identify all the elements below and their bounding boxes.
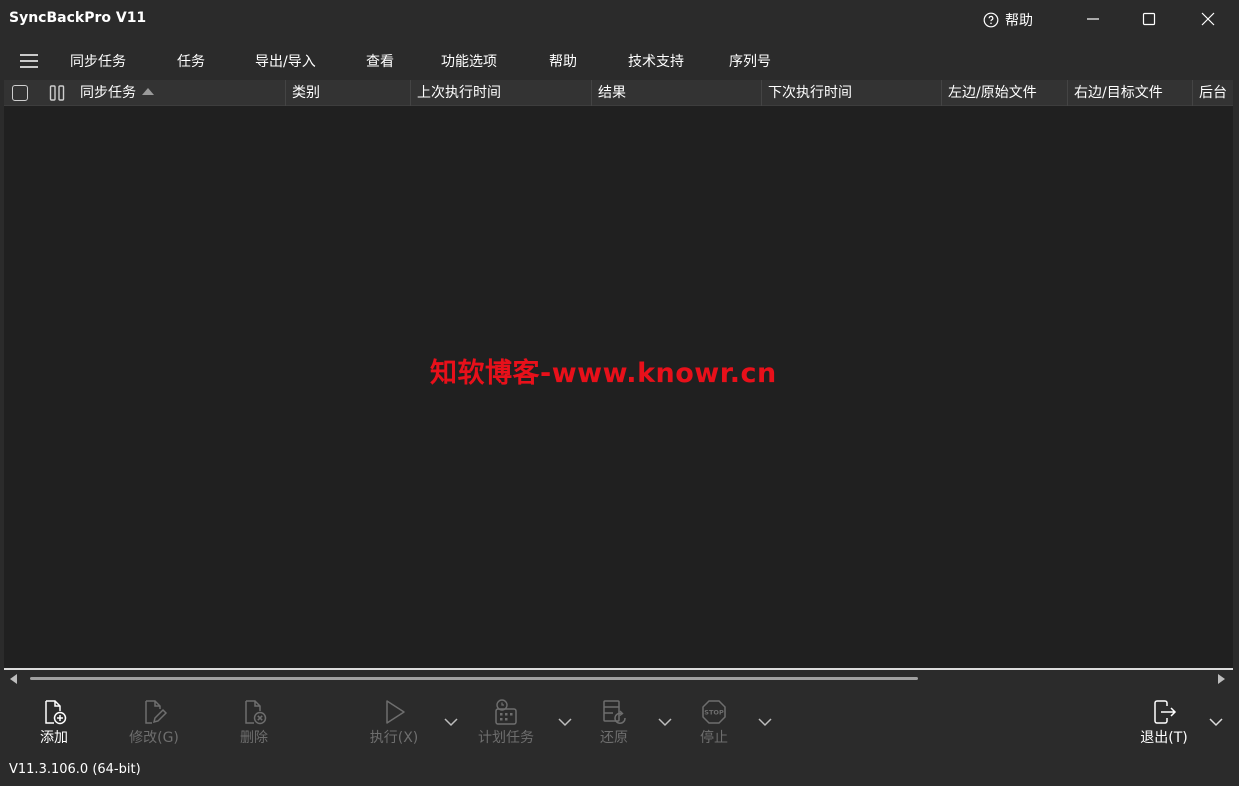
- status-bar: V11.3.106.0 (64-bit): [0, 758, 1239, 786]
- bottom-toolbar: 添加 修改(G) 删除 执行(X) 计划任务 还原 STOP 停止 退出(T): [0, 688, 1239, 758]
- exit-button[interactable]: 退出(T): [1124, 698, 1204, 747]
- close-icon: [1201, 12, 1215, 26]
- help-circle-icon: [983, 12, 999, 28]
- modify-label: 修改(G): [129, 730, 179, 746]
- menu-options[interactable]: 功能选项: [441, 51, 497, 71]
- schedule-label: 计划任务: [478, 730, 534, 746]
- menu-tech-support[interactable]: 技术支持: [628, 51, 684, 71]
- stop-label: 停止: [700, 730, 728, 746]
- menu-export-import[interactable]: 导出/导入: [255, 51, 316, 71]
- schedule-calendar-icon: [495, 699, 517, 725]
- restore-button[interactable]: 还原: [574, 698, 654, 747]
- column-label: 同步任务: [80, 85, 136, 101]
- exit-label: 退出(T): [1140, 730, 1188, 746]
- sort-ascending-icon: [142, 88, 154, 95]
- run-button[interactable]: 执行(X): [354, 698, 434, 747]
- scroll-left-arrow-icon[interactable]: [10, 674, 17, 684]
- column-category[interactable]: 类别: [286, 80, 411, 106]
- edit-document-icon: [145, 700, 168, 724]
- version-text: V11.3.106.0 (64-bit): [9, 762, 141, 777]
- hamburger-icon: [20, 54, 38, 68]
- app-title: SyncBackPro V11: [9, 10, 147, 26]
- menu-serial[interactable]: 序列号: [729, 51, 771, 71]
- delete-document-icon: [245, 700, 267, 725]
- scroll-right-arrow-icon[interactable]: [1218, 674, 1225, 684]
- stop-sign-icon: STOP: [702, 700, 726, 724]
- restore-dropdown-chevron-icon[interactable]: [657, 716, 673, 728]
- add-document-icon: [45, 700, 67, 725]
- hamburger-menu-button[interactable]: [14, 50, 44, 72]
- column-right-destination[interactable]: 右边/目标文件: [1068, 80, 1193, 106]
- menu-task[interactable]: 任务: [177, 51, 205, 71]
- menu-view[interactable]: 查看: [366, 51, 394, 71]
- svg-text:STOP: STOP: [704, 709, 724, 717]
- exit-icon: [1154, 700, 1177, 724]
- add-label: 添加: [40, 730, 68, 746]
- watermark: 知软博客-www.knowr.cn: [430, 358, 777, 389]
- select-all-checkbox[interactable]: [12, 85, 28, 101]
- close-button[interactable]: [1185, 0, 1231, 38]
- maximize-button[interactable]: [1126, 0, 1172, 38]
- title-bar: SyncBackPro V11 帮助: [0, 0, 1239, 40]
- modify-button[interactable]: 修改(G): [114, 698, 194, 747]
- restore-icon: [603, 700, 626, 724]
- restore-label: 还原: [600, 730, 628, 746]
- run-label: 执行(X): [369, 730, 419, 746]
- horizontal-scrollbar[interactable]: [4, 668, 1233, 688]
- column-background[interactable]: 后台: [1193, 80, 1233, 106]
- column-result[interactable]: 结果: [592, 80, 762, 106]
- stop-dropdown-chevron-icon[interactable]: [757, 716, 773, 728]
- delete-label: 删除: [240, 730, 268, 746]
- delete-button[interactable]: 删除: [214, 698, 294, 747]
- help-label: 帮助: [1005, 13, 1033, 29]
- table-header: 同步任务 类别 上次执行时间 结果 下次执行时间 左边/原始文件 右边/目标文件…: [4, 80, 1233, 106]
- schedule-button[interactable]: 计划任务: [466, 698, 546, 747]
- stop-button[interactable]: STOP 停止: [674, 698, 754, 747]
- maximize-icon: [1142, 12, 1156, 26]
- menu-help[interactable]: 帮助: [549, 51, 577, 71]
- help-button[interactable]: 帮助: [983, 9, 1033, 31]
- minimize-button[interactable]: [1070, 0, 1116, 38]
- menu-sync-task[interactable]: 同步任务: [70, 51, 126, 71]
- exit-dropdown-chevron-icon[interactable]: [1208, 716, 1224, 728]
- column-last-run[interactable]: 上次执行时间: [411, 80, 592, 106]
- column-sync-task[interactable]: 同步任务: [74, 80, 286, 106]
- play-icon: [386, 700, 405, 724]
- add-button[interactable]: 添加: [14, 698, 94, 747]
- column-next-run[interactable]: 下次执行时间: [762, 80, 942, 106]
- minimize-icon: [1087, 18, 1099, 20]
- pause-column-icon[interactable]: [48, 84, 66, 102]
- scroll-thumb[interactable]: [30, 677, 918, 680]
- run-dropdown-chevron-icon[interactable]: [443, 716, 459, 728]
- schedule-dropdown-chevron-icon[interactable]: [557, 716, 573, 728]
- menu-bar: 同步任务 任务 导出/导入 查看 功能选项 帮助 技术支持 序列号: [0, 40, 1239, 80]
- column-left-source[interactable]: 左边/原始文件: [942, 80, 1068, 106]
